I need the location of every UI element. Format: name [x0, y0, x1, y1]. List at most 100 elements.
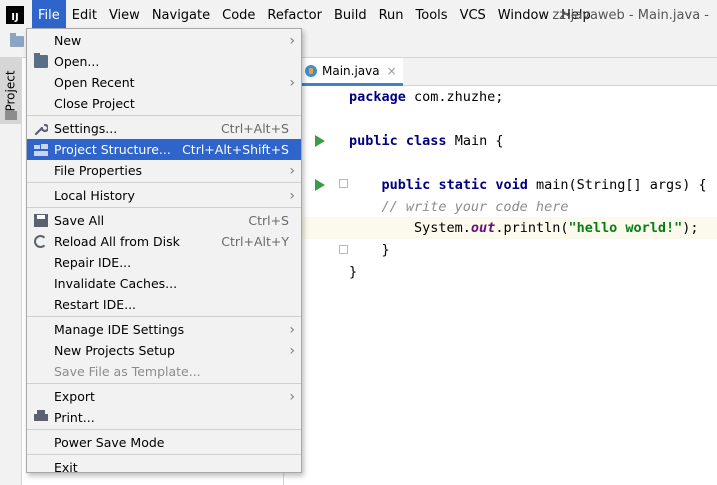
- menu-vcs[interactable]: VCS: [454, 0, 492, 30]
- menu-item-label: Export: [54, 389, 95, 404]
- menu-item-label: Project Structure...: [54, 142, 171, 157]
- save-icon: [34, 214, 48, 227]
- intellij-logo-icon: IJ: [6, 6, 24, 24]
- menu-item-label: Invalidate Caches...: [54, 276, 178, 291]
- menu-item-power-save-mode[interactable]: Power Save Mode: [27, 432, 301, 453]
- editor: Main.java × package com.zhuzhe; public c…: [285, 58, 717, 485]
- code-line-5: public static void main(String[] args) {: [349, 174, 707, 196]
- menu-item-label: Manage IDE Settings: [54, 322, 185, 337]
- print-icon: [34, 410, 48, 421]
- menu-item-new[interactable]: New ›: [27, 30, 301, 51]
- folder-icon: [5, 111, 17, 120]
- project-structure-icon: [34, 143, 48, 156]
- menu-item-label: Close Project: [54, 96, 135, 111]
- menu-item-shortcut: Ctrl+Alt+S: [220, 121, 289, 136]
- menu-item-project-structure[interactable]: Project Structure... Ctrl+Alt+Shift+S: [27, 139, 301, 160]
- submenu-arrow-icon: ›: [289, 321, 295, 338]
- code-text: System.: [349, 220, 471, 236]
- menu-item-label: Power Save Mode: [54, 435, 165, 450]
- static-field: out: [470, 220, 496, 236]
- menu-tools[interactable]: Tools: [410, 0, 454, 30]
- menu-item-save-file-as-template: Save File as Template...: [27, 361, 301, 382]
- menu-item-reload-all[interactable]: Reload All from Disk Ctrl+Alt+Y: [27, 231, 301, 252]
- run-class-icon[interactable]: [315, 135, 325, 147]
- code-line-1: package com.zhuzhe;: [349, 86, 503, 108]
- menu-item-label: Restart IDE...: [54, 297, 137, 312]
- menu-item-label: New Projects Setup: [54, 343, 175, 358]
- menu-item-manage-ide-settings[interactable]: Manage IDE Settings ›: [27, 319, 301, 340]
- menu-item-label: New: [54, 33, 82, 48]
- project-folder-icon[interactable]: [10, 33, 24, 47]
- menu-item-label: Save All: [54, 213, 105, 228]
- menu-item-label: Settings...: [54, 121, 118, 136]
- menu-item-label: Reload All from Disk: [54, 234, 180, 249]
- code-text: );: [682, 220, 699, 236]
- menu-edit[interactable]: Edit: [66, 0, 103, 30]
- menu-item-label: Print...: [54, 410, 95, 425]
- menu-navigate[interactable]: Navigate: [146, 0, 216, 30]
- reload-icon: [34, 235, 47, 248]
- menu-item-settings[interactable]: Settings... Ctrl+Alt+S: [27, 118, 301, 139]
- file-menu-dropdown: New › Open... Open Recent › Close Project …: [26, 28, 302, 475]
- menu-build[interactable]: Build: [328, 0, 373, 30]
- submenu-arrow-icon: ›: [289, 388, 295, 405]
- java-class-icon: [305, 64, 317, 77]
- tab-label: Main.java: [322, 63, 380, 78]
- menu-item-print[interactable]: Print...: [27, 407, 301, 428]
- menu-item-exit[interactable]: Exit: [27, 457, 301, 478]
- keyword: public: [349, 133, 398, 149]
- submenu-arrow-icon: ›: [289, 32, 295, 49]
- menu-item-label: Open...: [54, 54, 100, 69]
- menu-item-local-history[interactable]: Local History ›: [27, 185, 301, 206]
- code-area[interactable]: package com.zhuzhe; public class Main { …: [345, 86, 717, 485]
- close-tab-icon[interactable]: ×: [387, 64, 397, 78]
- code-line-3: public class Main {: [349, 130, 503, 152]
- menu-item-label: Exit: [54, 460, 78, 475]
- menu-item-shortcut: Ctrl+Alt+Shift+S: [182, 142, 289, 157]
- menu-item-close-project[interactable]: Close Project: [27, 93, 301, 114]
- menu-items: File Edit View Navigate Code Refactor Bu…: [32, 0, 597, 30]
- string-literal: "hello world!": [568, 220, 683, 236]
- code-text: com.zhuzhe;: [405, 89, 504, 105]
- code-line-7: System. out .println("hello world!");: [349, 217, 699, 239]
- menu-item-repair-ide[interactable]: Repair IDE...: [27, 252, 301, 273]
- window-title: zz-javaweb - Main.java -: [552, 7, 709, 23]
- submenu-arrow-icon: ›: [289, 187, 295, 204]
- run-main-icon[interactable]: [315, 179, 325, 191]
- keyword: public: [381, 177, 431, 193]
- wrench-icon: [34, 122, 50, 136]
- menu-file[interactable]: File: [32, 0, 66, 30]
- submenu-arrow-icon: ›: [289, 74, 295, 91]
- menu-view[interactable]: View: [103, 0, 146, 30]
- menu-item-save-all[interactable]: Save All Ctrl+S: [27, 210, 301, 231]
- code-line-8: }: [349, 242, 390, 258]
- submenu-arrow-icon: ›: [289, 162, 295, 179]
- tab-main-java[interactable]: Main.java ×: [299, 58, 403, 86]
- code-text: .println(: [495, 220, 569, 236]
- menu-item-open[interactable]: Open...: [27, 51, 301, 72]
- code-line-6-comment: // write your code here: [349, 199, 569, 215]
- menu-item-restart-ide[interactable]: Restart IDE...: [27, 294, 301, 315]
- menu-item-new-projects-setup[interactable]: New Projects Setup ›: [27, 340, 301, 361]
- left-tool-strip: Project: [0, 58, 22, 485]
- keyword: static: [438, 177, 488, 193]
- menu-refactor[interactable]: Refactor: [261, 0, 328, 30]
- code-line-9: }: [349, 264, 358, 280]
- editor-tab-bar: Main.java ×: [285, 58, 717, 86]
- menu-item-label: File Properties: [54, 163, 143, 178]
- menu-item-export[interactable]: Export ›: [27, 386, 301, 407]
- menu-item-shortcut: Ctrl+Alt+Y: [221, 234, 289, 249]
- code-text: Main {: [446, 133, 504, 149]
- menu-run[interactable]: Run: [373, 0, 410, 30]
- menu-window[interactable]: Window: [492, 0, 555, 30]
- menu-code[interactable]: Code: [216, 0, 261, 30]
- keyword: package: [349, 89, 406, 105]
- menu-item-invalidate-caches[interactable]: Invalidate Caches...: [27, 273, 301, 294]
- menu-item-label: Save File as Template...: [54, 364, 201, 379]
- menu-item-open-recent[interactable]: Open Recent ›: [27, 72, 301, 93]
- menu-item-label: Local History: [54, 188, 135, 203]
- menu-item-file-properties[interactable]: File Properties ›: [27, 160, 301, 181]
- menu-item-label: Repair IDE...: [54, 255, 132, 270]
- menu-item-label: Open Recent: [54, 75, 135, 90]
